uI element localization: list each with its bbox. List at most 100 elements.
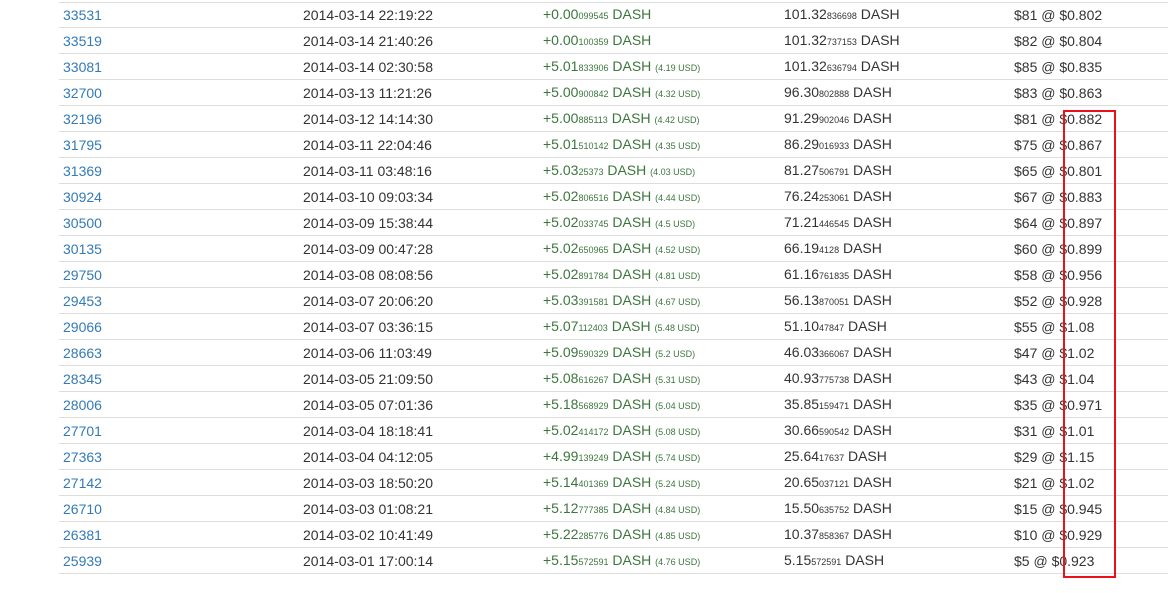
amount-small: 777385 — [578, 504, 609, 515]
balance-cell: 101.32636794 DASH — [784, 53, 1014, 80]
amount-cell: +0.00099545 DASH — [543, 2, 784, 28]
block-cell: 29750 — [59, 261, 303, 288]
time-cell: 2014-03-03 18:50:20 — [303, 469, 543, 496]
amount-unit: DASH — [612, 421, 652, 438]
balance-small: 506791 — [819, 166, 850, 177]
value-cell: $55 @ $1.08 — [1014, 313, 1168, 340]
value-cell: $35 @ $0.971 — [1014, 391, 1168, 418]
block-link[interactable]: 27363 — [63, 449, 102, 465]
block-link[interactable]: 28345 — [63, 371, 102, 387]
time-cell: 2014-03-08 08:08:56 — [303, 261, 543, 288]
amount-main: +5.22 — [543, 525, 579, 542]
balance-small: 858367 — [819, 530, 850, 541]
amount-cell: +5.00885113 DASH (4.42 USD) — [543, 105, 784, 132]
table-row: 30500 2014-03-09 15:38:44 +5.02033745 DA… — [59, 209, 1168, 236]
time-cell: 2014-03-02 10:41:49 — [303, 521, 543, 548]
amount-small: 285776 — [578, 530, 609, 541]
balance-unit: DASH — [860, 31, 900, 48]
block-link[interactable]: 32700 — [63, 85, 102, 101]
balance-cell: 25.6417637 DASH — [784, 443, 1014, 470]
block-link[interactable]: 29066 — [63, 319, 102, 335]
amount-small: 25373 — [578, 166, 604, 177]
transactions-body: 33531 2014-03-14 22:19:22 +0.00099545 DA… — [59, 2, 1168, 574]
amount-small: 885113 — [578, 114, 608, 125]
block-cell: 29453 — [59, 287, 303, 314]
amount-unit: DASH — [612, 551, 652, 568]
value-cell: $67 @ $0.883 — [1014, 183, 1168, 210]
amount-small: 806516 — [578, 192, 609, 203]
block-link[interactable]: 31369 — [63, 163, 102, 179]
balance-unit: DASH — [860, 6, 900, 22]
amount-cell: +5.02414172 DASH (5.08 USD) — [543, 417, 784, 444]
balance-main: 46.03 — [784, 343, 820, 360]
block-link[interactable]: 33519 — [63, 33, 102, 49]
balance-unit: DASH — [847, 447, 887, 464]
balance-small: 635752 — [819, 504, 850, 515]
balance-main: 30.66 — [784, 421, 820, 438]
amount-main: +5.07 — [543, 317, 579, 334]
table-row: 29066 2014-03-07 03:36:15 +5.07112403 DA… — [59, 313, 1168, 340]
block-cell: 31795 — [59, 131, 303, 158]
balance-main: 20.65 — [784, 473, 820, 490]
block-link[interactable]: 29453 — [63, 293, 102, 309]
amount-usd: (4.32 USD) — [655, 88, 701, 99]
amount-usd: (4.03 USD) — [650, 166, 696, 177]
amount-small: 100359 — [578, 36, 609, 47]
amount-usd: (5.24 USD) — [655, 478, 701, 489]
block-cell: 31369 — [59, 157, 303, 184]
amount-unit: DASH — [612, 187, 652, 204]
block-link[interactable]: 25939 — [63, 553, 102, 569]
amount-main: +5.00 — [543, 109, 579, 126]
amount-unit: DASH — [612, 369, 652, 386]
block-link[interactable]: 32196 — [63, 111, 102, 127]
amount-unit: DASH — [611, 109, 651, 126]
amount-unit: DASH — [612, 239, 652, 256]
balance-main: 15.50 — [784, 499, 820, 516]
time-cell: 2014-03-05 21:09:50 — [303, 365, 543, 392]
table-row: 28006 2014-03-05 07:01:36 +5.18568929 DA… — [59, 391, 1168, 418]
table-row: 30135 2014-03-09 00:47:28 +5.02650965 DA… — [59, 235, 1168, 262]
block-link[interactable]: 33531 — [63, 7, 102, 23]
amount-usd: (5.08 USD) — [655, 426, 701, 437]
time-cell: 2014-03-09 15:38:44 — [303, 209, 543, 236]
amount-cell: +5.01833906 DASH (4.19 USD) — [543, 53, 784, 80]
block-link[interactable]: 30135 — [63, 241, 102, 257]
amount-unit: DASH — [612, 291, 652, 308]
amount-usd: (4.84 USD) — [655, 504, 701, 515]
balance-cell: 71.21446545 DASH — [784, 209, 1014, 236]
amount-unit: DASH — [612, 265, 652, 282]
block-link[interactable]: 31795 — [63, 137, 102, 153]
block-cell: 28663 — [59, 339, 303, 366]
amount-unit: DASH — [612, 447, 652, 464]
amount-small: 391581 — [578, 296, 609, 307]
amount-usd: (5.04 USD) — [655, 400, 701, 411]
table-row: 30924 2014-03-10 09:03:34 +5.02806516 DA… — [59, 183, 1168, 210]
balance-main: 51.10 — [784, 317, 820, 334]
amount-small: 112403 — [578, 322, 608, 333]
amount-usd: (4.81 USD) — [655, 270, 701, 281]
block-link[interactable]: 27142 — [63, 475, 102, 491]
block-link[interactable]: 28006 — [63, 397, 102, 413]
block-link[interactable]: 29750 — [63, 267, 102, 283]
amount-main: +5.02 — [543, 187, 579, 204]
block-link[interactable]: 26710 — [63, 501, 102, 517]
balance-cell: 81.27506791 DASH — [784, 157, 1014, 184]
block-link[interactable]: 28663 — [63, 345, 102, 361]
block-link[interactable]: 27701 — [63, 423, 102, 439]
amount-cell: +5.03391581 DASH (4.67 USD) — [543, 287, 784, 314]
amount-small: 568929 — [578, 400, 609, 411]
block-link[interactable]: 26381 — [63, 527, 102, 543]
balance-small: 870051 — [819, 296, 850, 307]
amount-main: +5.01 — [543, 57, 579, 74]
balance-unit: DASH — [847, 317, 887, 334]
amount-small: 139249 — [578, 452, 609, 463]
balance-unit: DASH — [852, 187, 892, 204]
table-row: 27701 2014-03-04 18:18:41 +5.02414172 DA… — [59, 417, 1168, 444]
time-cell: 2014-03-12 14:14:30 — [303, 105, 543, 132]
block-link[interactable]: 30924 — [63, 189, 102, 205]
balance-unit: DASH — [852, 473, 892, 490]
amount-cell: +5.00900842 DASH (4.32 USD) — [543, 79, 784, 106]
time-cell: 2014-03-03 01:08:21 — [303, 495, 543, 522]
block-link[interactable]: 30500 — [63, 215, 102, 231]
block-link[interactable]: 33081 — [63, 59, 102, 75]
